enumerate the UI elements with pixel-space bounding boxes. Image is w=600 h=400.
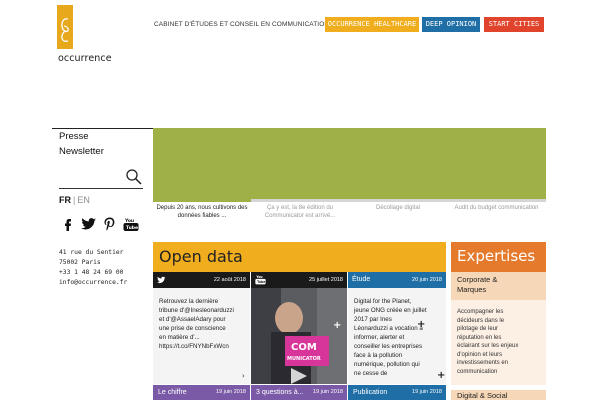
expertise-line: Accompagner les: [457, 309, 504, 315]
open-data-card-tweet[interactable]: 22 août 2018 Retrouvez la dernière tribu…: [153, 272, 250, 384]
card-plus-icon[interactable]: +: [417, 319, 425, 330]
expertise-digital-social[interactable]: Digital & Social: [451, 390, 546, 400]
svg-text:You: You: [124, 218, 134, 224]
address-email[interactable]: info@occurrence.fr: [59, 278, 127, 288]
etude-line: conseiller les entreprises: [354, 343, 423, 350]
address-street: 41 rue du Sentier: [59, 249, 124, 256]
svg-text:Tube: Tube: [257, 280, 265, 284]
tweet-line: tribune d'@Inesleonarduzzi: [159, 307, 234, 314]
open-data-title: Open data: [159, 247, 243, 266]
twitter-icon[interactable]: [81, 217, 97, 231]
bottom-tab-le-chiffre[interactable]: Le chiffre 19 juin 2018: [153, 385, 250, 400]
hero-banner[interactable]: [153, 128, 546, 199]
open-data-card-etude[interactable]: Étude 20 juin 2018 Digital for the Plane…: [348, 272, 446, 384]
expertise-line: d'opinion et leurs: [457, 351, 503, 358]
card-header: Étude 20 juin 2018: [348, 272, 446, 288]
etude-line: Léonarduzzi a vocation à: [354, 325, 423, 332]
sidebar-link-presse[interactable]: Presse: [59, 131, 89, 142]
search-icon[interactable]: [125, 168, 143, 186]
lang-fr[interactable]: FR: [59, 195, 71, 205]
lang-separator: |: [73, 195, 76, 205]
etude-line: ne cesse de: [354, 370, 388, 377]
language-switcher: FR | EN: [59, 195, 90, 205]
video-thumbnail[interactable]: COM MUNICATOR: [251, 288, 347, 384]
tweet-link[interactable]: https://t.co/FNYNbFxWcn: [159, 342, 249, 351]
hero-tab-1[interactable]: Depuis 20 ans, nous cultivons des donnée…: [153, 199, 251, 227]
etude-line: jeune ONG créée en juillet: [354, 307, 427, 314]
logo-text[interactable]: occurrence: [58, 53, 112, 64]
search-input[interactable]: [59, 166, 143, 189]
pinterest-icon[interactable]: [102, 217, 118, 231]
open-data-card-video[interactable]: You Tube 25 juillet 2018 COM MUNICATOR +: [251, 272, 347, 384]
card-tweet-text: Retrouvez la dernière tribune d'@Inesleo…: [159, 297, 249, 351]
sidebar-divider: [52, 128, 153, 129]
expertise-line: éclairant sur les enjeux: [457, 343, 519, 349]
card-header: You Tube 25 juillet 2018: [251, 272, 347, 288]
tweet-line: et d'@AssaelAdary pour: [159, 316, 226, 323]
bottom-tab-date: 19 juin 2018: [412, 389, 442, 395]
twitter-icon: [157, 276, 166, 284]
bottom-tab-label: Publication: [353, 389, 388, 396]
card-plus-icon[interactable]: +: [333, 320, 341, 331]
address-city: 75002 Paris: [59, 259, 101, 266]
expertise-corporate-marques[interactable]: Corporate & Marques: [451, 272, 546, 300]
card-date: 25 juillet 2018: [309, 277, 343, 283]
deep-opinion-button[interactable]: DEEP OPINION: [422, 17, 480, 32]
expertise-line: réputation en les: [457, 334, 502, 341]
expertise-description: Accompagner les décideurs dans le pilota…: [451, 300, 546, 385]
card-date: 22 août 2018: [213, 277, 246, 283]
etude-line: 2017 par Ines: [354, 316, 392, 323]
logo-mark[interactable]: [57, 5, 73, 49]
bottom-tab-date: 19 juin 2018: [216, 389, 246, 395]
bottom-tab-publication[interactable]: Publication 19 juin 2018: [348, 385, 446, 400]
expertises-title: Expertises: [457, 247, 536, 265]
logo-glyph: [61, 18, 69, 42]
hero-tab-2[interactable]: Ça y est, la 8e édition du Communicator …: [251, 199, 349, 227]
hero-tab-3[interactable]: Décollage digital: [349, 199, 447, 227]
etude-line: Digital for the Planet,: [354, 298, 412, 305]
expertise-line: pilotage de leur: [457, 326, 499, 332]
etude-line: numérique, pollution qui: [354, 361, 420, 368]
card-date: 20 juin 2018: [412, 277, 442, 283]
address-phone[interactable]: +33 1 48 24 69 00: [59, 268, 127, 278]
thumbnail-text-com: COM: [291, 342, 317, 353]
youtube-icon: You Tube: [255, 275, 266, 285]
facebook-icon[interactable]: [60, 217, 76, 231]
expertise-title: Digital & Social: [457, 391, 508, 400]
tweet-line: une prise de conscience: [159, 325, 226, 332]
expertise-line: communication: [457, 368, 498, 375]
tweet-line: en matière d'...: [159, 334, 200, 341]
card-etude-text: Digital for the Planet, jeune ONG créée …: [354, 297, 444, 378]
hero-slide-tabs: Depuis 20 ans, nous cultivons des donnée…: [153, 199, 546, 227]
svg-text:You: You: [255, 275, 262, 279]
tweet-line: Retrouvez la dernière: [159, 298, 219, 305]
card-category: Étude: [352, 276, 371, 283]
sidebar-link-newsletter[interactable]: Newsletter: [59, 146, 104, 157]
card-plus-icon-bottom[interactable]: +: [437, 370, 445, 381]
youtube-icon[interactable]: You Tube: [123, 217, 139, 231]
etude-line: informer, alerter et: [354, 334, 405, 341]
lang-en[interactable]: EN: [77, 195, 90, 205]
tagline: CABINET D'ÉTUDES ET CONSEIL EN COMMUNICA…: [154, 21, 330, 28]
expertise-line: décideurs dans le: [457, 317, 505, 324]
expertises-header: Expertises: [451, 242, 546, 272]
card-arrow-icon[interactable]: ›: [242, 372, 245, 380]
bottom-tab-label: Le chiffre: [158, 389, 187, 396]
bottom-tab-3-questions[interactable]: 3 questions à... 19 juin 2018: [251, 385, 347, 400]
thumbnail-text-municator: MUNICATOR: [287, 356, 321, 362]
start-cities-button[interactable]: START CITIES: [484, 17, 544, 32]
bottom-tab-label: 3 questions à...: [256, 389, 304, 396]
svg-text:Tube: Tube: [126, 225, 138, 231]
address-block: 41 rue du Sentier 75002 Paris +33 1 48 2…: [59, 248, 127, 288]
hero-tab-4[interactable]: Audit du budget communication: [447, 199, 546, 227]
card-header: 22 août 2018: [153, 272, 250, 288]
expertise-title: Corporate & Marques: [457, 275, 498, 294]
bottom-tab-date: 19 juin 2018: [313, 389, 343, 395]
etude-line: face à la pollution: [354, 352, 403, 359]
expertise-line: investissements en: [457, 360, 509, 366]
open-data-header: Open data: [153, 242, 446, 272]
occurrence-healthcare-button[interactable]: OCCURRENCE HEALTHCARE: [325, 17, 419, 32]
